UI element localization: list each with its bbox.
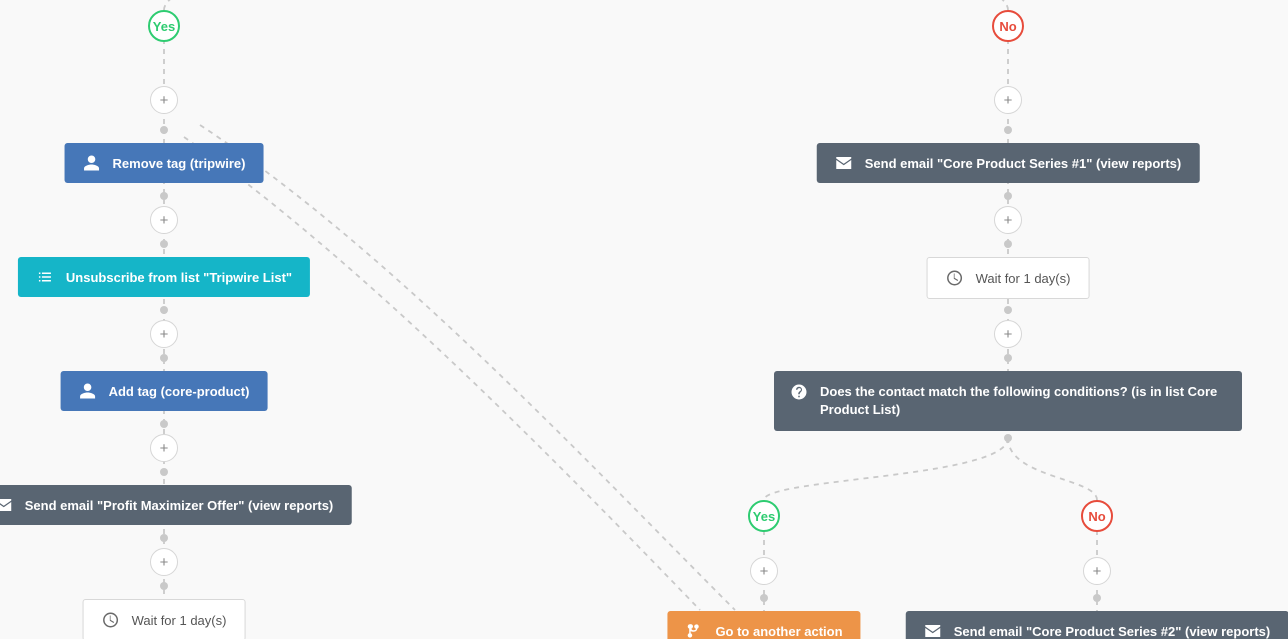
decision-no[interactable]: No bbox=[992, 10, 1024, 42]
wait-label: Wait for 1 day(s) bbox=[132, 613, 227, 628]
add-step-button[interactable]: + bbox=[994, 206, 1022, 234]
add-step-button[interactable]: + bbox=[1083, 557, 1111, 585]
add-step-button[interactable]: + bbox=[150, 320, 178, 348]
add-step-button[interactable]: + bbox=[150, 548, 178, 576]
add-tag-node[interactable]: Add tag (core-product) bbox=[61, 371, 268, 411]
clock-icon bbox=[102, 611, 120, 629]
clock-icon bbox=[946, 269, 964, 287]
send-email-1-node[interactable]: Send email "Core Product Series #1" (vie… bbox=[817, 143, 1200, 183]
user-tag-icon bbox=[83, 154, 101, 172]
send-email-1-label: Send email "Core Product Series #1" (vie… bbox=[865, 156, 1182, 171]
goto-node[interactable]: Go to another action bbox=[667, 611, 860, 639]
unsubscribe-label: Unsubscribe from list "Tripwire List" bbox=[66, 270, 292, 285]
remove-tag-node[interactable]: Remove tag (tripwire) bbox=[65, 143, 264, 183]
condition-node[interactable]: Does the contact match the following con… bbox=[774, 371, 1242, 431]
wait-node[interactable]: Wait for 1 day(s) bbox=[83, 599, 246, 639]
condition-label: Does the contact match the following con… bbox=[820, 383, 1226, 419]
unsubscribe-node[interactable]: Unsubscribe from list "Tripwire List" bbox=[18, 257, 310, 297]
branch-icon bbox=[685, 622, 703, 639]
decision-yes[interactable]: Yes bbox=[748, 500, 780, 532]
send-email-profit-node[interactable]: Send email "Profit Maximizer Offer" (vie… bbox=[0, 485, 351, 525]
decision-yes[interactable]: Yes bbox=[148, 10, 180, 42]
remove-tag-label: Remove tag (tripwire) bbox=[113, 156, 246, 171]
send-email-2-label: Send email "Core Product Series #2" (vie… bbox=[954, 624, 1271, 639]
decision-no[interactable]: No bbox=[1081, 500, 1113, 532]
list-icon bbox=[36, 268, 54, 286]
send-email-profit-label: Send email "Profit Maximizer Offer" (vie… bbox=[25, 498, 334, 513]
add-step-button[interactable]: + bbox=[994, 86, 1022, 114]
wait-label: Wait for 1 day(s) bbox=[976, 271, 1071, 286]
add-step-button[interactable]: + bbox=[150, 434, 178, 462]
user-tag-icon bbox=[79, 382, 97, 400]
add-tag-label: Add tag (core-product) bbox=[109, 384, 250, 399]
add-step-button[interactable]: + bbox=[994, 320, 1022, 348]
send-email-2-node[interactable]: Send email "Core Product Series #2" (vie… bbox=[906, 611, 1288, 639]
envelope-icon bbox=[924, 622, 942, 639]
add-step-button[interactable]: + bbox=[750, 557, 778, 585]
envelope-icon bbox=[835, 154, 853, 172]
goto-label: Go to another action bbox=[715, 624, 842, 639]
add-step-button[interactable]: + bbox=[150, 206, 178, 234]
add-step-button[interactable]: + bbox=[150, 86, 178, 114]
question-icon bbox=[790, 383, 808, 401]
wait-node[interactable]: Wait for 1 day(s) bbox=[927, 257, 1090, 299]
envelope-icon bbox=[0, 496, 13, 514]
